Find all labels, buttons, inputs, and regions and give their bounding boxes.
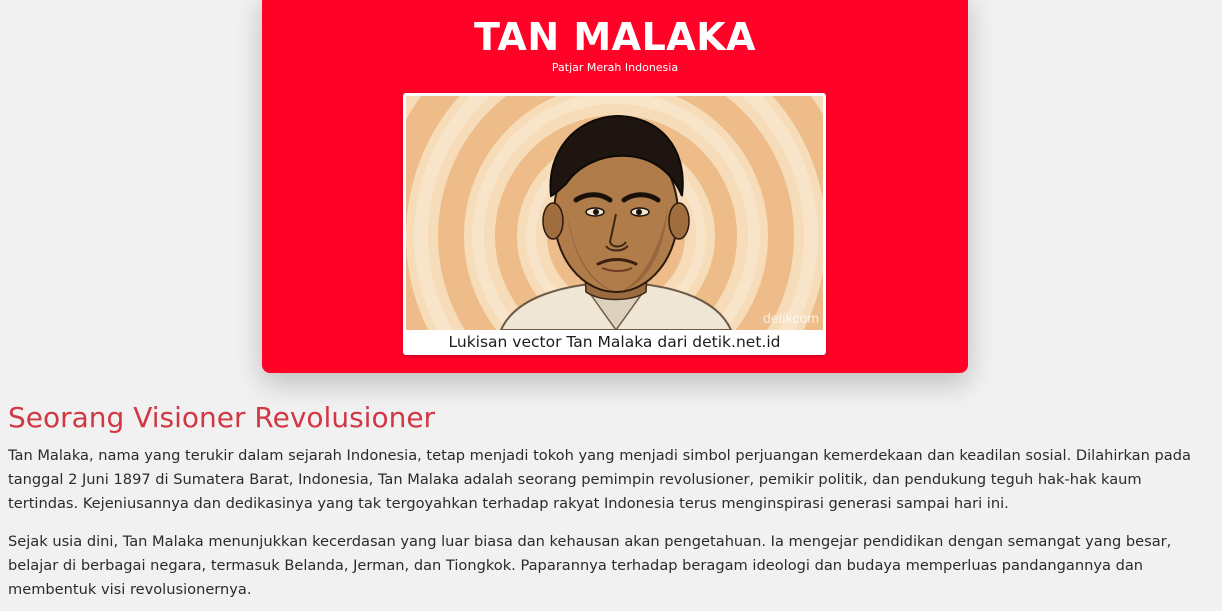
page-subtitle: Patjar Merah Indonesia bbox=[551, 61, 679, 74]
portrait-image: detikcom bbox=[406, 96, 823, 330]
article-paragraph: Tan Malaka, nama yang terukir dalam seja… bbox=[8, 447, 1191, 512]
portrait-illustration bbox=[406, 96, 823, 330]
image-watermark: detikcom bbox=[762, 310, 819, 326]
page-title: TAN MALAKA bbox=[473, 15, 757, 59]
portrait-figure: detikcom Lukisan vector Tan Malaka dari … bbox=[403, 93, 826, 355]
hero-card: TAN MALAKA Patjar Merah Indonesia detikc… bbox=[262, 0, 968, 373]
article-paragraph: Sejak usia dini, Tan Malaka menunjukkan … bbox=[8, 533, 1172, 598]
article: Seorang Visioner Revolusioner Tan Malaka… bbox=[8, 398, 1212, 602]
image-caption: Lukisan vector Tan Malaka dari detik.net… bbox=[448, 333, 781, 351]
section-heading: Seorang Visioner Revolusioner bbox=[8, 401, 436, 434]
